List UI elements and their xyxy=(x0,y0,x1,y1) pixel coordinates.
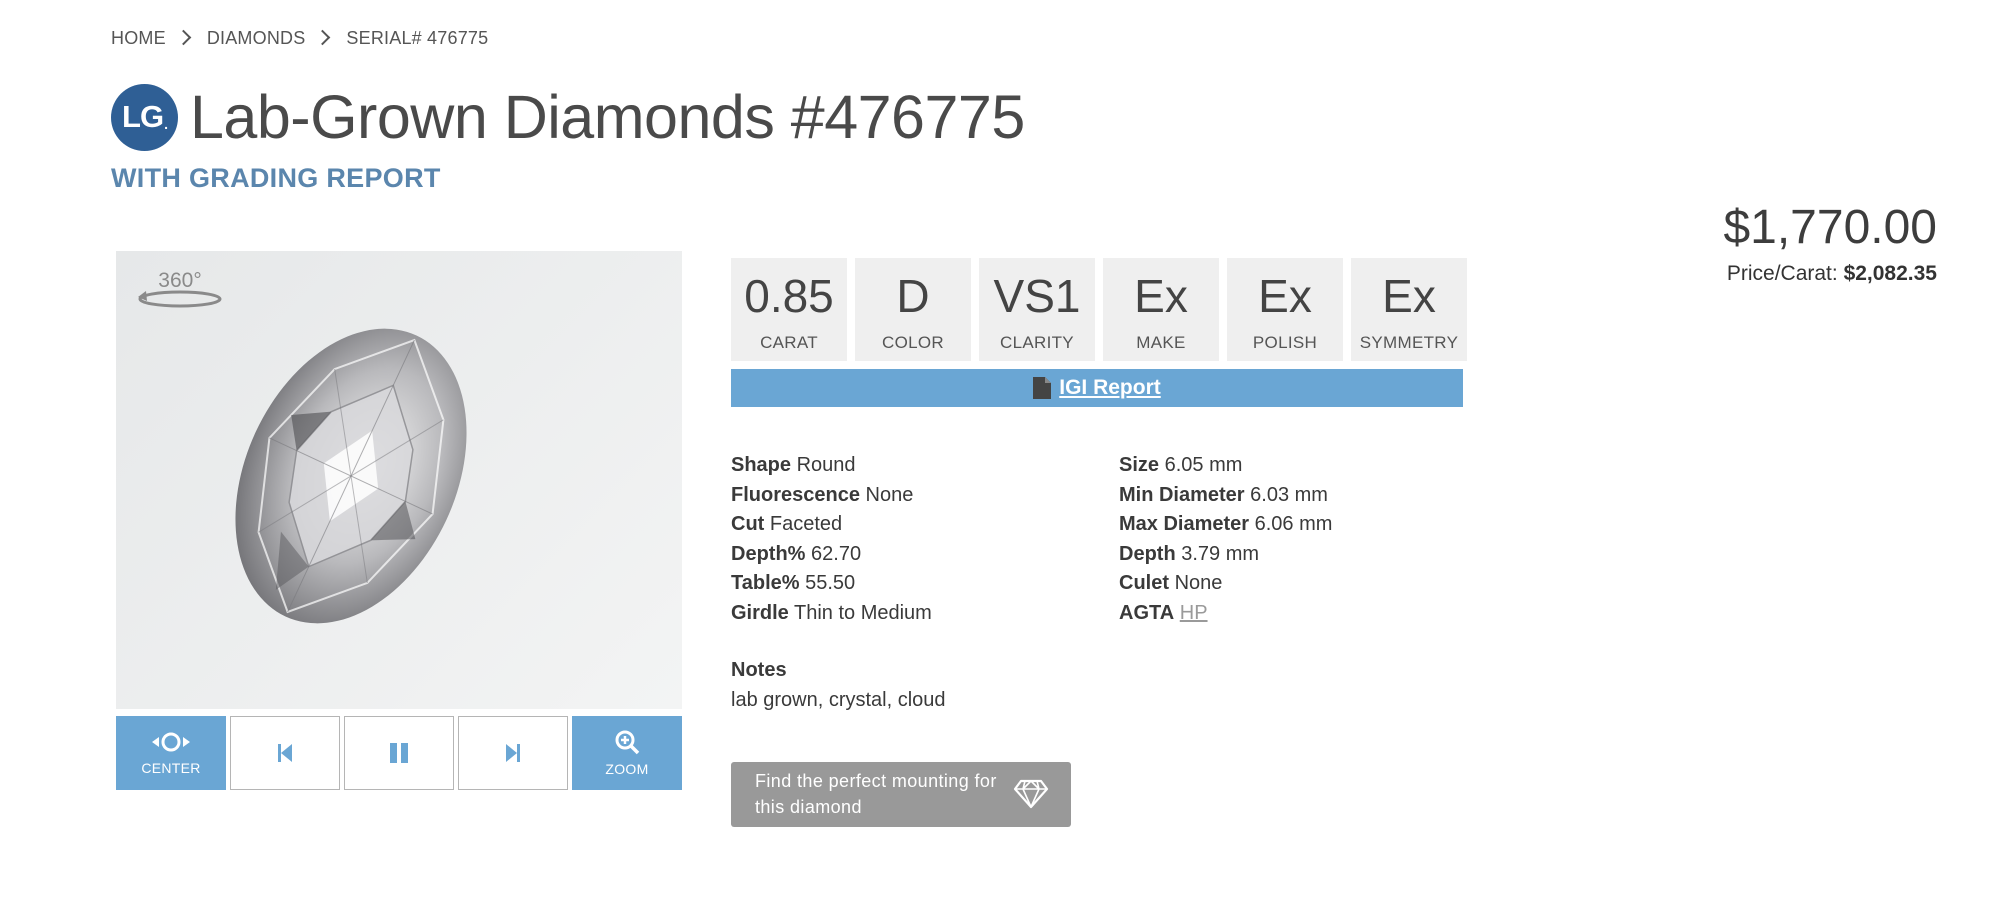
detail-value: None xyxy=(865,483,914,506)
price: $1,770.00 xyxy=(1723,201,1937,254)
badge-dot: . xyxy=(164,116,168,132)
detail-label: Depth% xyxy=(731,542,806,565)
spec-value: Ex xyxy=(1134,270,1188,322)
pause-icon xyxy=(390,743,408,763)
breadcrumb-serial: SERIAL# 476775 xyxy=(346,28,489,48)
spec-symmetry: Ex SYMMETRY xyxy=(1351,258,1467,361)
spec-label: COLOR xyxy=(882,332,944,352)
spec-clarity: VS1 CLARITY xyxy=(979,258,1095,361)
diamond-360-viewer[interactable]: 360° xyxy=(116,251,682,709)
detail-table-percent: Table% 55.50 xyxy=(731,569,932,599)
document-icon xyxy=(1033,377,1052,399)
detail-girdle: Girdle Thin to Medium xyxy=(731,599,932,629)
detail-cut: Cut Faceted xyxy=(731,510,932,540)
detail-value: 3.79 mm xyxy=(1181,542,1260,565)
price-per-carat: Price/Carat: $2,082.35 xyxy=(1727,262,1937,286)
detail-label: Table% xyxy=(731,572,800,594)
spec-label: POLISH xyxy=(1252,332,1318,352)
spec-value: D xyxy=(896,270,930,322)
center-button[interactable]: CENTER xyxy=(116,716,226,790)
viewer-controls: CENTER ZOOM xyxy=(116,716,682,790)
detail-label: Girdle xyxy=(731,601,789,624)
detail-label: AGTA xyxy=(1119,601,1175,624)
detail-label: Shape xyxy=(731,454,792,476)
pause-button[interactable] xyxy=(344,716,454,790)
find-mounting-label: Find the perfect mounting for this diamo… xyxy=(755,771,997,817)
detail-value: 62.70 xyxy=(811,542,862,565)
detail-size: Size 6.05 mm xyxy=(1119,451,1332,481)
spec-label: SYMMETRY xyxy=(1359,332,1459,352)
rotate-360-icon: 360° xyxy=(138,269,222,308)
details-left: Shape Round Fluorescence None Cut Facete… xyxy=(731,451,932,628)
detail-label: Fluorescence xyxy=(731,483,860,506)
spec-label: CLARITY xyxy=(1000,332,1074,352)
detail-value: 6.06 mm xyxy=(1254,513,1333,535)
detail-label: Min Diameter xyxy=(1119,483,1245,506)
spec-value: Ex xyxy=(1382,270,1436,322)
next-icon xyxy=(506,744,520,762)
detail-value: Round xyxy=(796,454,856,476)
breadcrumb: HOME DIAMONDS SERIAL# 476775 xyxy=(111,28,488,49)
page-title: Lab-Grown Diamonds #476775 xyxy=(190,83,1025,151)
spec-label: CARAT xyxy=(760,332,818,352)
zoom-icon xyxy=(615,730,640,755)
notes-label: Notes xyxy=(731,659,787,681)
lab-grown-badge: LG. xyxy=(111,83,178,151)
chevron-right-icon xyxy=(315,29,331,46)
price-per-carat-label: Price/Carat: xyxy=(1726,262,1838,285)
spec-value: VS1 xyxy=(993,270,1081,322)
detail-culet: Culet None xyxy=(1119,569,1332,599)
breadcrumb-home[interactable]: HOME xyxy=(111,28,166,49)
detail-label: Cut xyxy=(731,513,765,535)
page-subtitle: WITH GRADING REPORT xyxy=(111,163,441,193)
detail-value: 6.05 mm xyxy=(1164,454,1243,476)
detail-value: None xyxy=(1174,572,1223,594)
spec-value: 0.85 xyxy=(744,270,834,322)
page-header: LG. Lab-Grown Diamonds #476775 xyxy=(111,82,1025,152)
spec-color: D COLOR xyxy=(855,258,971,361)
center-icon xyxy=(152,732,190,752)
find-mounting-button[interactable]: Find the perfect mounting for this diamo… xyxy=(731,762,1071,827)
detail-value: Faceted xyxy=(769,513,843,535)
chevron-right-icon xyxy=(175,29,192,46)
zoom-button[interactable]: ZOOM xyxy=(572,716,682,790)
rotate-360-label: 360° xyxy=(158,269,201,292)
detail-shape: Shape Round xyxy=(731,451,932,481)
notes-value: lab grown, crystal, cloud xyxy=(731,689,946,711)
next-frame-button[interactable] xyxy=(458,716,568,790)
spec-polish: Ex POLISH xyxy=(1227,258,1343,361)
price-per-carat-value: $2,082.35 xyxy=(1843,262,1937,285)
detail-value: Thin to Medium xyxy=(794,601,932,624)
detail-label: Depth xyxy=(1119,542,1176,565)
previous-frame-button[interactable] xyxy=(230,716,340,790)
detail-label: Size xyxy=(1119,454,1160,476)
detail-max-diameter: Max Diameter 6.06 mm xyxy=(1119,510,1332,540)
detail-value: 6.03 mm xyxy=(1250,483,1328,506)
diamond-icon xyxy=(1013,779,1049,809)
badge-text: LG xyxy=(122,99,164,134)
detail-fluorescence: Fluorescence None xyxy=(731,481,932,511)
detail-depth-percent: Depth% 62.70 xyxy=(731,540,932,570)
igi-report-bar[interactable]: IGI Report xyxy=(731,369,1463,407)
detail-min-diameter: Min Diameter 6.03 mm xyxy=(1119,481,1332,511)
center-button-label: CENTER xyxy=(141,760,201,776)
breadcrumb-diamonds[interactable]: DIAMONDS xyxy=(207,28,306,49)
spec-label: MAKE xyxy=(1136,332,1186,352)
detail-label: Culet xyxy=(1119,572,1169,594)
detail-label: Max Diameter xyxy=(1119,513,1250,535)
previous-icon xyxy=(278,744,292,762)
details-right: Size 6.05 mm Min Diameter 6.03 mm Max Di… xyxy=(1119,451,1332,628)
diamond-image xyxy=(235,328,467,624)
zoom-button-label: ZOOM xyxy=(605,761,649,777)
igi-report-link[interactable]: IGI Report xyxy=(1059,376,1161,400)
spec-value: Ex xyxy=(1258,270,1312,322)
detail-value: 55.50 xyxy=(805,572,856,594)
spec-carat: 0.85 CARAT xyxy=(731,258,847,361)
agta-link[interactable]: HP xyxy=(1180,602,1208,624)
detail-agta: AGTA HP xyxy=(1119,599,1332,629)
detail-depth: Depth 3.79 mm xyxy=(1119,540,1332,570)
spec-make: Ex MAKE xyxy=(1103,258,1219,361)
spec-tiles: 0.85 CARAT D COLOR VS1 CLARITY Ex MAKE E… xyxy=(731,258,1467,361)
